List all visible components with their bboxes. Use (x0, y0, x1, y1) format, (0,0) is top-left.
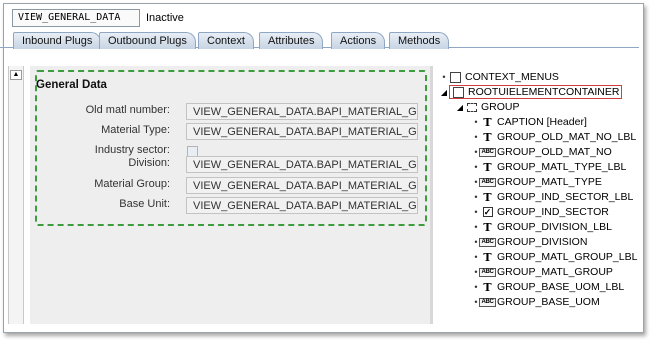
input-field-icon: ABC (479, 297, 496, 307)
input-field-icon: ABC (479, 237, 496, 247)
group-icon (466, 102, 477, 112)
bullet-icon: • (474, 222, 478, 232)
base-unit-label: Base Unit: (119, 198, 170, 210)
tree-node-label: GROUP_BASE_UOM (497, 296, 600, 308)
expanded-triangle-icon[interactable]: ◢ (455, 103, 465, 112)
ui-element-tree: • CONTEXT_MENUS ◢ ROOTUIELEMENTCONTAINER… (433, 66, 639, 324)
tree-node-group-matl-group-lbl[interactable]: • T GROUP_MATL_GROUP_LBL (471, 250, 637, 264)
label-icon: T (483, 220, 492, 234)
tree-node-group-division-lbl[interactable]: • T GROUP_DIVISION_LBL (471, 220, 612, 234)
tree-node-group-matl-type-lbl[interactable]: • T GROUP_MATL_TYPE_LBL (471, 160, 626, 174)
tree-node-label: GROUP_IND_SECTOR_LBL (497, 191, 634, 203)
input-field-icon: ABC (479, 267, 496, 277)
tree-node-caption[interactable]: • T CAPTION [Header] (471, 115, 587, 129)
tree-node-label: CONTEXT_MENUS (465, 71, 559, 83)
expanded-triangle-icon[interactable]: ◢ (439, 88, 449, 97)
tree-node-context-menus[interactable]: • CONTEXT_MENUS (439, 70, 559, 84)
tree-node-group-division[interactable]: • ABC GROUP_DIVISION (471, 235, 587, 249)
tree-node-label: GROUP_OLD_MAT_NO (497, 146, 612, 158)
label-icon: T (483, 190, 492, 204)
bullet-icon: • (474, 282, 478, 292)
tree-node-label: GROUP_DIVISION_LBL (497, 221, 612, 233)
division-field[interactable]: VIEW_GENERAL_DATA.BAPI_MATERIAL_GET_D (186, 156, 418, 173)
old-matl-number-label: Old matl number: (85, 104, 170, 116)
bullet-icon: • (474, 252, 478, 262)
label-icon: T (483, 280, 492, 294)
material-type-label: Material Type: (101, 124, 170, 136)
bullet-icon: • (474, 162, 478, 172)
bullet-icon: • (442, 72, 446, 82)
tree-node-label: GROUP_BASE_UOM_LBL (497, 281, 625, 293)
tree-node-group-base-uom[interactable]: • ABC GROUP_BASE_UOM (471, 295, 600, 309)
tree-node-group-matl-type[interactable]: • ABC GROUP_MATL_TYPE (471, 175, 602, 189)
scroll-up-arrow-icon[interactable]: ▲ (10, 70, 22, 80)
tree-node-label: GROUP_IND_SECTOR (497, 206, 609, 218)
tree-node-group-ind-sector[interactable]: • ✓ GROUP_IND_SECTOR (471, 205, 609, 219)
tree-node-label: GROUP_MATL_GROUP_LBL (497, 251, 638, 263)
vertical-scrollbar[interactable]: ▲ (8, 66, 24, 324)
material-type-field[interactable]: VIEW_GENERAL_DATA.BAPI_MATERIAL_GET_D (186, 123, 418, 140)
bullet-icon: • (474, 117, 478, 127)
bullet-icon: • (474, 207, 478, 217)
checkbox-icon: ✓ (482, 207, 493, 217)
label-icon: T (483, 250, 492, 264)
industry-sector-label: Industry sector: (94, 144, 170, 156)
base-unit-field[interactable]: VIEW_GENERAL_DATA.BAPI_MATERIAL_GET_D (186, 197, 418, 214)
input-field-icon: ABC (479, 147, 496, 157)
tree-node-group[interactable]: ◢ GROUP (455, 100, 520, 114)
tab-context[interactable]: Context (198, 32, 254, 49)
label-icon: T (483, 130, 492, 144)
container-icon (453, 86, 464, 98)
tree-node-label: GROUP (481, 101, 520, 113)
tree-node-label: GROUP_MATL_GROUP (497, 266, 613, 278)
tree-node-group-matl-group[interactable]: • ABC GROUP_MATL_GROUP (471, 265, 613, 279)
caption-icon: T (483, 115, 492, 129)
tree-node-label: ROOTUIELEMENTCONTAINER (468, 86, 620, 98)
tab-methods[interactable]: Methods (389, 32, 450, 49)
division-label: Division: (128, 157, 170, 169)
tree-node-group-old-mat-no[interactable]: • ABC GROUP_OLD_MAT_NO (471, 145, 612, 159)
tree-node-group-ind-sector-lbl[interactable]: • T GROUP_IND_SECTOR_LBL (471, 190, 633, 204)
tab-attributes[interactable]: Attributes (259, 32, 324, 49)
material-group-field[interactable]: VIEW_GENERAL_DATA.BAPI_MATERIAL_GET_D (186, 177, 418, 194)
label-icon: T (483, 160, 492, 174)
tree-node-group-old-mat-no-lbl[interactable]: • T GROUP_OLD_MAT_NO_LBL (471, 130, 636, 144)
old-matl-number-field[interactable]: VIEW_GENERAL_DATA.BAPI_MATERIAL_GET_D (186, 103, 418, 120)
material-group-label: Material Group: (94, 178, 170, 190)
tree-node-label: GROUP_MATL_TYPE_LBL (497, 161, 627, 173)
selected-node[interactable]: ROOTUIELEMENTCONTAINER (449, 85, 623, 99)
tree-node-label: GROUP_OLD_MAT_NO_LBL (497, 131, 637, 143)
tree-node-label: GROUP_DIVISION (497, 236, 588, 248)
tab-actions[interactable]: Actions (331, 32, 386, 49)
tree-node-root-ui-element-container[interactable]: ◢ ROOTUIELEMENTCONTAINER (439, 85, 623, 99)
bullet-icon: • (474, 132, 478, 142)
container-icon (450, 71, 461, 83)
tree-node-label: CAPTION [Header] (497, 116, 587, 128)
input-field-icon: ABC (479, 177, 496, 187)
field-labels: Old matl number: Material Type: Industry… (60, 0, 170, 341)
bullet-icon: • (474, 192, 478, 202)
tree-node-group-base-uom-lbl[interactable]: • T GROUP_BASE_UOM_LBL (471, 280, 624, 294)
tree-node-label: GROUP_MATL_TYPE (497, 176, 602, 188)
